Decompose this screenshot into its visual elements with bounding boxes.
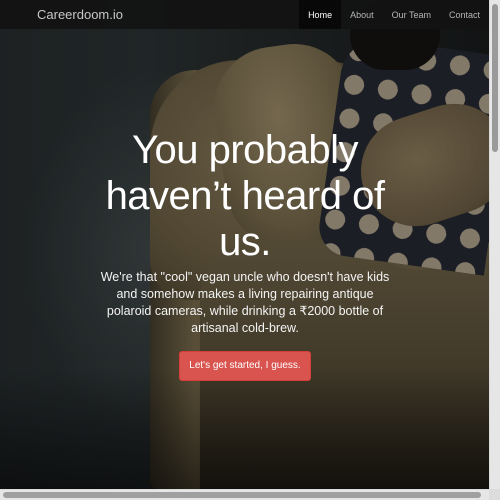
brand-logo-link[interactable]: Careerdoom.io	[37, 7, 123, 23]
navbar: Careerdoom.io Home About Our Team Contac…	[0, 0, 489, 29]
hero-tagline: We're that "cool" vegan uncle who doesn'…	[100, 270, 390, 335]
hero-headline-line: haven’t heard of	[105, 174, 385, 218]
get-started-button[interactable]: Let's get started, I guess.	[179, 351, 311, 381]
hero-headline: You probably haven’t heard of us.	[95, 127, 395, 265]
nav-about-link[interactable]: About	[341, 0, 383, 29]
horizontal-scrollbar-thumb[interactable]	[3, 492, 481, 498]
hero-headline-line: us.	[219, 220, 271, 264]
nav-our-team-link[interactable]: Our Team	[383, 0, 440, 29]
nav-home-link[interactable]: Home	[299, 0, 342, 29]
vertical-scrollbar[interactable]	[489, 0, 500, 489]
scrollbar-corner	[489, 489, 500, 500]
nav-links: Home About Our Team Contact	[299, 0, 489, 29]
hero-section: You probably haven’t heard of us. We're …	[95, 127, 395, 381]
horizontal-scrollbar[interactable]	[0, 489, 489, 500]
page-viewport: Careerdoom.io Home About Our Team Contac…	[0, 0, 489, 489]
hero-headline-line: You probably	[131, 128, 359, 172]
vertical-scrollbar-thumb[interactable]	[492, 4, 498, 152]
nav-contact-link[interactable]: Contact	[440, 0, 489, 29]
